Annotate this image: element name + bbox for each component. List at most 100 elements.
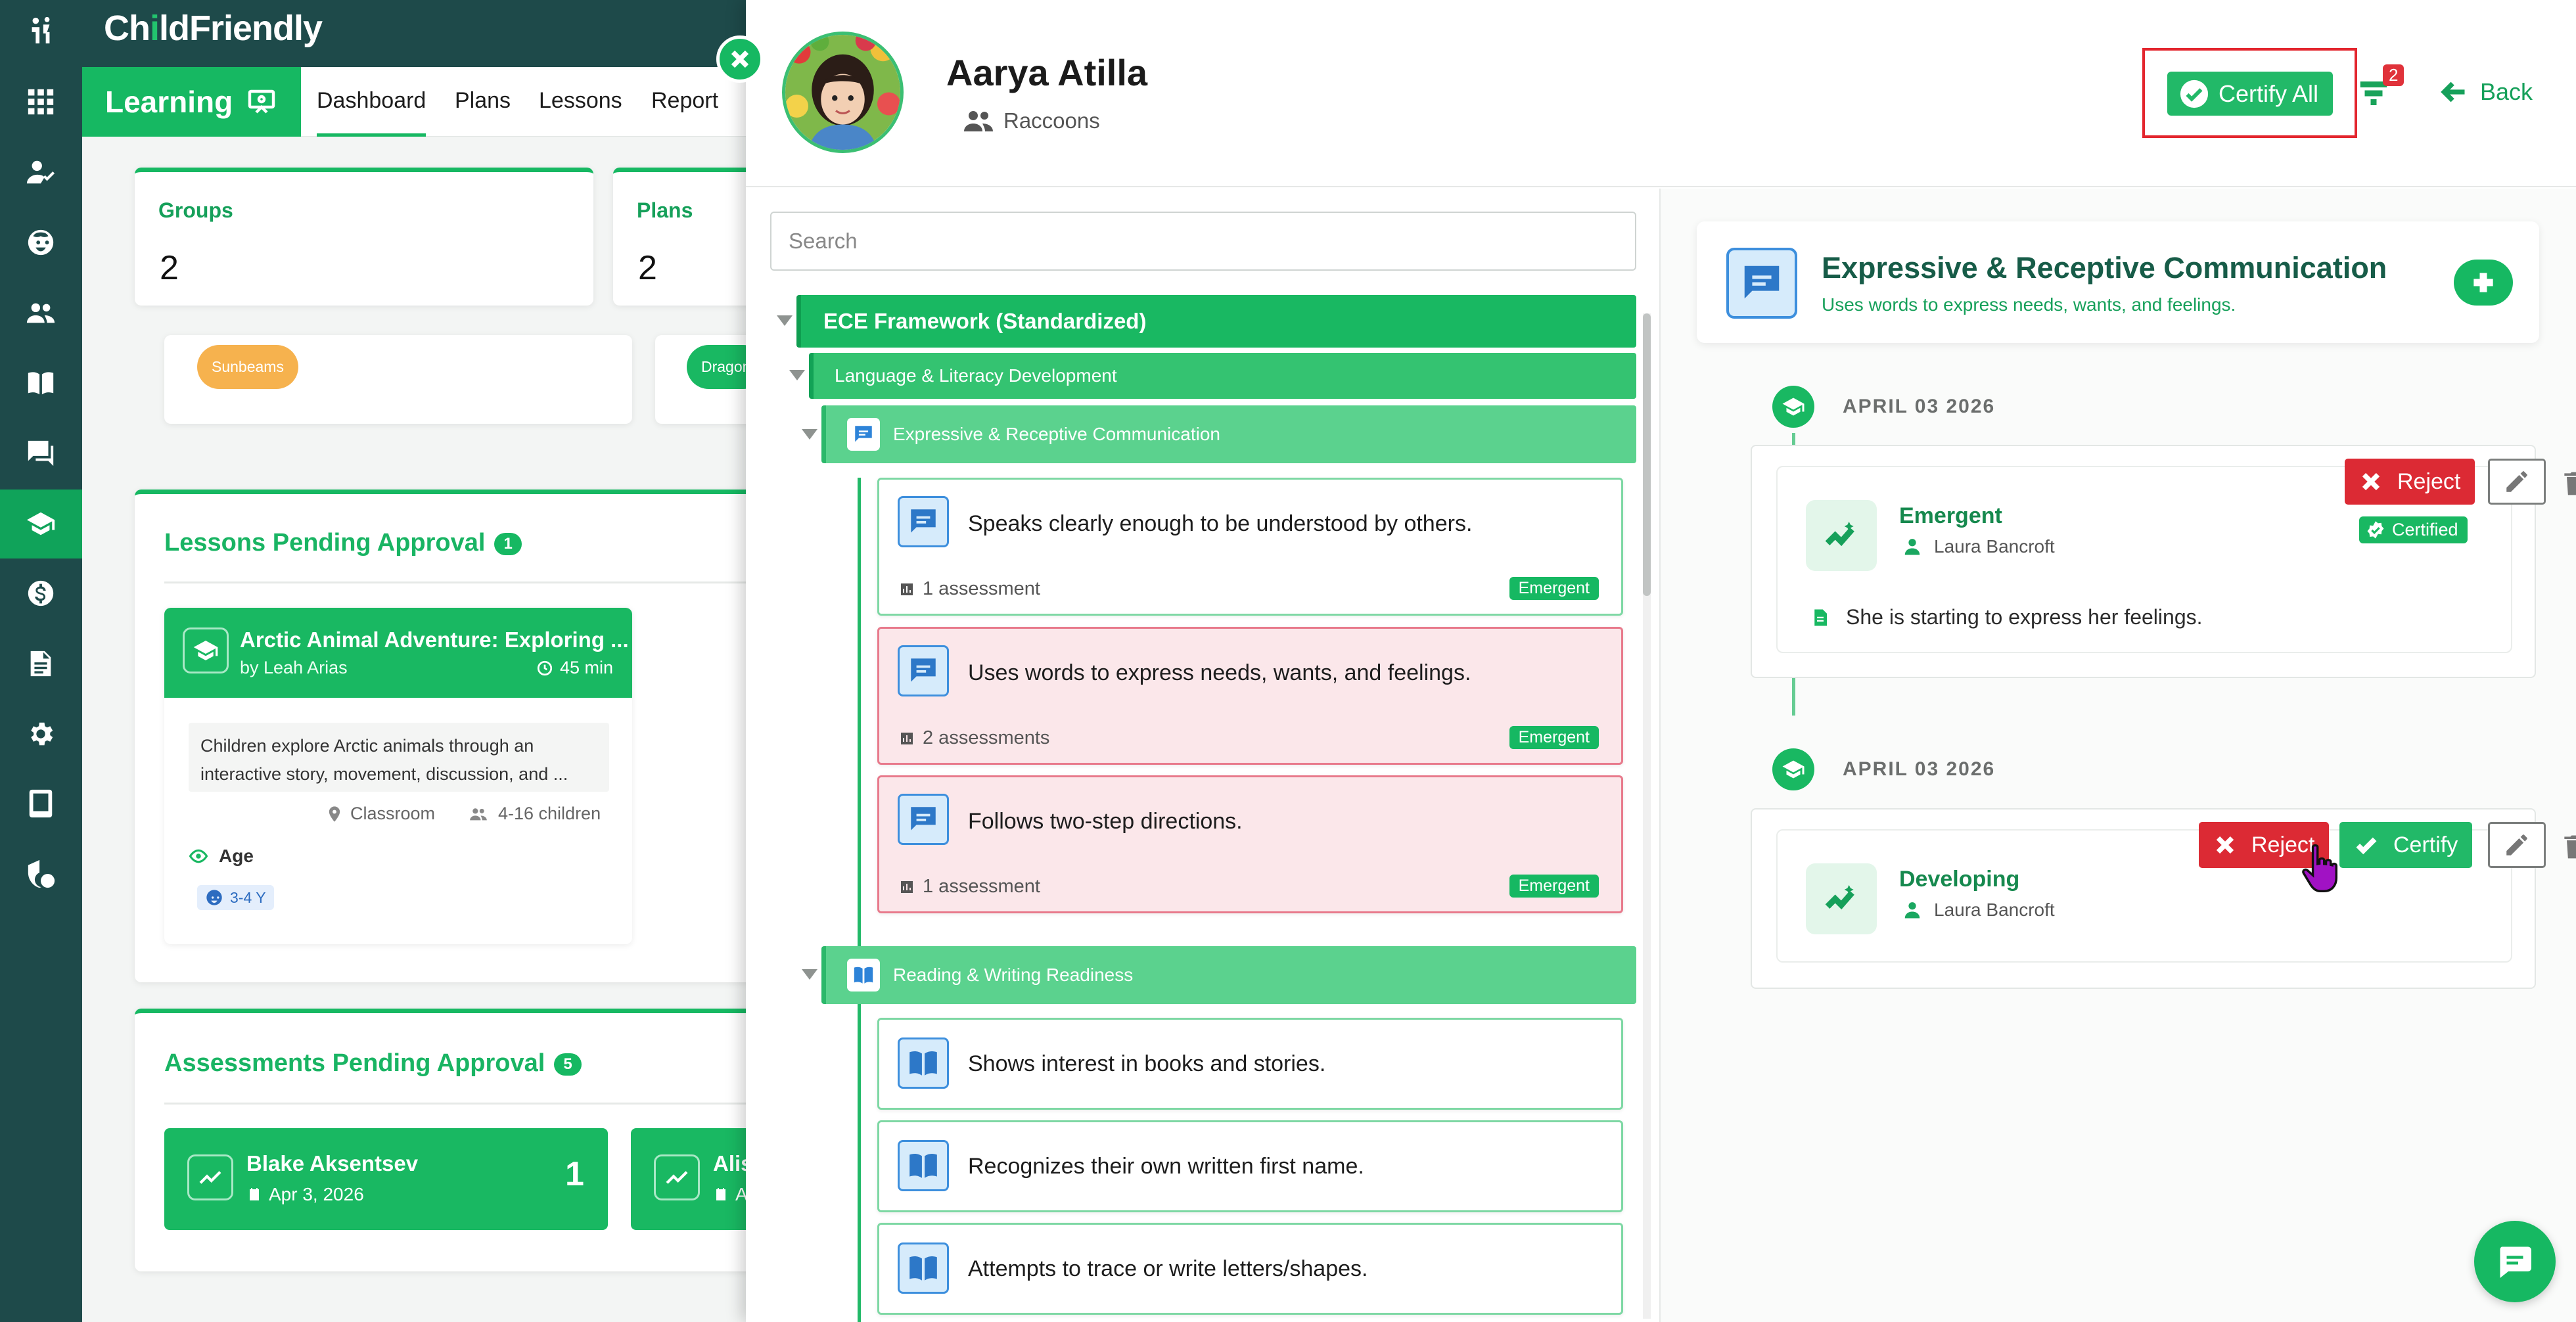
subdomain-label: Expressive & Receptive Communication (893, 424, 1220, 444)
assessment-pending-card[interactable]: Blake Aksentsev Apr 3, 2026 1 (164, 1128, 608, 1230)
tablet-icon[interactable] (24, 787, 57, 820)
lessons-pending-count: 1 (494, 532, 522, 555)
domain-node[interactable]: Language & Literacy Development (809, 353, 1636, 399)
child-group: Raccoons (963, 105, 1100, 137)
chat-fab-button[interactable] (2474, 1221, 2556, 1302)
skill-text: Shows interest in books and stories. (968, 1051, 1326, 1076)
assessment-date: A (713, 1184, 748, 1205)
subdomain-node[interactable]: Reading & Writing Readiness (821, 946, 1636, 1004)
skill-text: Follows two-step directions. (968, 809, 1243, 834)
tab-dashboard[interactable]: Dashboard (317, 88, 426, 137)
child-assessment-panel: Aarya Atilla Raccoons Certify All 2 Back… (746, 0, 2576, 1322)
subdomain-label: Reading & Writing Readiness (893, 965, 1134, 985)
eye-icon (189, 849, 208, 863)
framework-node[interactable]: ECE Framework (Standardized) (796, 295, 1636, 348)
back-button[interactable]: Back (2439, 78, 2533, 106)
presentation-icon (248, 89, 275, 114)
subdomain-node[interactable]: Expressive & Receptive Communication (821, 405, 1636, 463)
book-icon[interactable] (24, 367, 57, 399)
plus-icon (2473, 273, 2493, 292)
tree-branch-line (858, 1018, 861, 1322)
document-icon[interactable] (24, 647, 57, 680)
location-pin-icon (329, 806, 340, 822)
groups-stat-card[interactable]: Groups 2 (135, 168, 593, 306)
verified-icon (2367, 520, 2384, 538)
search-input[interactable] (770, 212, 1636, 271)
chat-icon[interactable] (24, 437, 57, 470)
person-icon (1904, 539, 1920, 555)
graduation-cap-icon (183, 627, 229, 673)
tab-plans[interactable]: Plans (455, 88, 511, 114)
collapse-caret-icon[interactable] (802, 429, 817, 440)
people-icon[interactable] (24, 296, 57, 329)
apps-icon[interactable] (24, 85, 57, 118)
skill-text: Uses words to express needs, wants, and … (968, 660, 1471, 685)
lesson-title[interactable]: Arctic Animal Adventure: Exploring ... (240, 627, 629, 652)
collapse-caret-icon[interactable] (802, 969, 817, 980)
group-card[interactable]: Sunbeams (164, 335, 632, 424)
note-icon (1814, 609, 1827, 626)
edit-button[interactable] (2488, 822, 2546, 868)
tab-report[interactable]: Report (651, 88, 718, 114)
assessment-date: APRIL 03 2026 (1843, 758, 1996, 780)
lessons-pending-title: Lessons Pending Approval 1 (164, 529, 522, 557)
app-logo-icon[interactable] (24, 14, 57, 47)
people-icon (470, 808, 487, 820)
assessment-count: 1 (565, 1155, 584, 1193)
bar-chart-icon (901, 880, 913, 893)
groups-stat-value: 2 (160, 249, 179, 287)
skill-card[interactable]: Attempts to trace or write letters/shape… (877, 1223, 1623, 1315)
collapse-caret-icon[interactable] (789, 370, 805, 380)
calendar-icon (716, 1188, 725, 1200)
chat-bubble-icon (898, 496, 949, 547)
edit-button[interactable] (2488, 459, 2546, 505)
assessment-teacher: Laura Bancroft (1902, 900, 2055, 921)
assessment-date: Apr 3, 2026 (246, 1184, 364, 1205)
chat-bubble-icon (847, 418, 880, 451)
skill-card[interactable]: Speaks clearly enough to be understood b… (877, 478, 1623, 616)
delete-button[interactable] (2558, 827, 2576, 866)
assessment-count: 1 assessment (899, 876, 1040, 898)
add-assessment-button[interactable] (2454, 260, 2513, 306)
skill-text: Recognizes their own written first name. (968, 1154, 1364, 1179)
gear-icon[interactable] (24, 718, 57, 750)
person-check-icon[interactable] (24, 156, 57, 189)
arrow-left-icon (2441, 81, 2465, 103)
dollar-icon[interactable] (24, 577, 57, 610)
skill-card[interactable]: Shows interest in books and stories. (877, 1018, 1623, 1110)
groups-stat-label: Groups (158, 198, 233, 222)
skill-text: Attempts to trace or write letters/shape… (968, 1256, 1368, 1281)
child-name: Aarya Atilla (946, 52, 1148, 93)
lesson-duration: 45 min (536, 658, 613, 678)
app-logo[interactable]: ChildFriendly (104, 8, 323, 49)
level-badge: Emergent (1509, 726, 1599, 749)
close-panel-button[interactable] (716, 35, 764, 83)
pencil-icon (2506, 471, 2527, 492)
delete-button[interactable] (2558, 463, 2576, 503)
learning-section-tab[interactable]: Learning (82, 67, 301, 137)
chat-bubble-icon (898, 645, 949, 696)
learning-icon[interactable] (24, 507, 57, 540)
tree-scrollbar[interactable] (1643, 313, 1651, 1319)
reject-button[interactable]: Reject (2345, 459, 2475, 505)
group-chip-sunbeams[interactable]: Sunbeams (197, 345, 298, 389)
certify-all-button[interactable]: Certify All (2167, 72, 2333, 116)
bar-chart-icon (901, 583, 913, 595)
certify-button[interactable]: Certify (2339, 822, 2473, 868)
level-badge: Emergent (1509, 875, 1599, 898)
child-face-icon[interactable] (24, 226, 57, 259)
scrollbar-thumb[interactable] (1643, 313, 1651, 596)
skill-card[interactable]: Recognizes their own written first name. (877, 1120, 1623, 1212)
panel-header: Aarya Atilla Raccoons Certify All 2 Back (746, 0, 2576, 187)
skill-card[interactable]: Follows two-step directions. 1 assessmen… (877, 775, 1623, 913)
lesson-card[interactable]: Arctic Animal Adventure: Exploring ... b… (164, 608, 632, 944)
collapse-caret-icon[interactable] (777, 315, 793, 326)
divider (164, 581, 746, 583)
level-badge: Emergent (1509, 577, 1599, 600)
shield-icon[interactable] (24, 857, 57, 890)
skill-card[interactable]: Uses words to express needs, wants, and … (877, 627, 1623, 765)
close-icon (2362, 472, 2380, 491)
trash-icon (2564, 835, 2576, 859)
tab-lessons[interactable]: Lessons (539, 88, 622, 114)
assessment-child-name: Blake Aksentsev (246, 1151, 419, 1175)
